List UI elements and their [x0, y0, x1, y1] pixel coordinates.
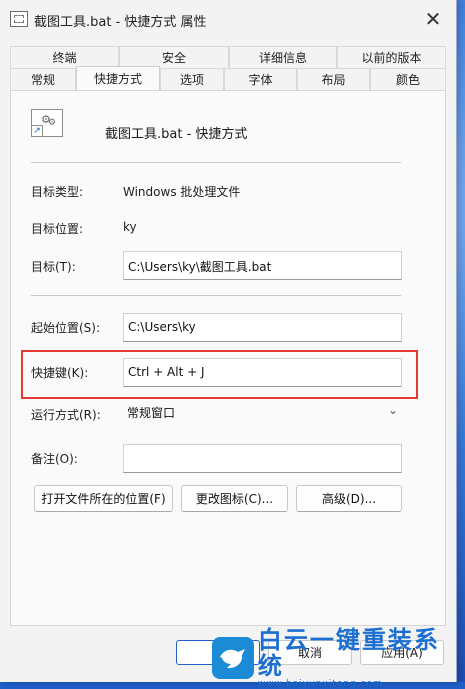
tab-options[interactable]: 选项 [160, 68, 224, 90]
target-type-value: Windows 批处理文件 [123, 185, 241, 199]
cancel-button[interactable]: 取消 [268, 640, 352, 665]
run-mode-value: 常规窗口 [127, 406, 176, 420]
shortcut-name: 截图工具.bat - 快捷方式 [105, 127, 248, 142]
comment-field[interactable] [123, 444, 402, 473]
hotkey-label: 快捷键(K): [31, 366, 89, 380]
target-type-label: 目标类型: [31, 185, 84, 199]
run-mode-select[interactable]: 常规窗口 ⌄ [123, 402, 402, 424]
shortcut-app-icon [10, 11, 28, 27]
tab-details[interactable]: 详细信息 [229, 46, 337, 68]
batch-file-icon: ⚙ ⚙ ↗ [31, 109, 63, 137]
close-button[interactable]: ✕ [410, 0, 456, 38]
tab-row-front: 常规 快捷方式 选项 字体 布局 颜色 [10, 66, 446, 90]
tab-security[interactable]: 安全 [119, 46, 229, 68]
chevron-down-icon: ⌄ [387, 403, 398, 417]
target-field[interactable]: C:\Users\ky\截图工具.bat [123, 251, 402, 280]
apply-button-label: 应用(A) [381, 646, 423, 660]
tab-colors[interactable]: 颜色 [370, 68, 446, 90]
close-icon: ✕ [424, 7, 442, 31]
window-title: 截图工具.bat - 快捷方式 属性 [34, 15, 207, 30]
tab-shortcut[interactable]: 快捷方式 [76, 66, 160, 90]
advanced-button[interactable]: 高级(D)... [296, 485, 402, 512]
target-location-value: ky [123, 220, 137, 234]
hotkey-field[interactable]: Ctrl + Alt + J [123, 358, 402, 387]
comment-label: 备注(O): [31, 452, 78, 466]
apply-button[interactable]: 应用(A) [360, 640, 444, 665]
ok-button-label: 确 [211, 646, 224, 660]
cancel-button-label: 取消 [297, 646, 322, 660]
open-file-location-button[interactable]: 打开文件所在的位置(F) [34, 485, 173, 512]
tab-row-back: 终端 安全 详细信息 以前的版本 [10, 46, 446, 68]
ok-button[interactable]: 确 [176, 640, 260, 665]
title-bar: 截图工具.bat - 快捷方式 属性 ✕ [0, 0, 456, 38]
change-icon-button[interactable]: 更改图标(C)... [181, 485, 288, 512]
start-in-label: 起始位置(S): [31, 321, 101, 335]
gear-small-icon: ⚙ [48, 118, 57, 128]
properties-dialog: 截图工具.bat - 快捷方式 属性 ✕ 终端 安全 详细信息 以前的版本 常规… [0, 0, 457, 682]
shortcut-panel: ⚙ ⚙ ↗ 截图工具.bat - 快捷方式 目标类型: Windows 批处理文… [10, 90, 446, 626]
start-in-field[interactable]: C:\Users\ky [123, 313, 402, 342]
tab-terminal[interactable]: 终端 [10, 46, 119, 68]
target-location-label: 目标位置: [31, 222, 84, 236]
run-label: 运行方式(R): [31, 408, 101, 422]
tab-layout[interactable]: 布局 [297, 68, 370, 90]
shortcut-arrow-icon: ↗ [31, 125, 43, 137]
target-label: 目标(T): [31, 260, 76, 274]
tab-previous-versions[interactable]: 以前的版本 [337, 46, 446, 68]
divider [31, 162, 401, 163]
divider [31, 295, 401, 296]
tab-font[interactable]: 字体 [224, 68, 297, 90]
tab-general[interactable]: 常规 [10, 68, 76, 90]
